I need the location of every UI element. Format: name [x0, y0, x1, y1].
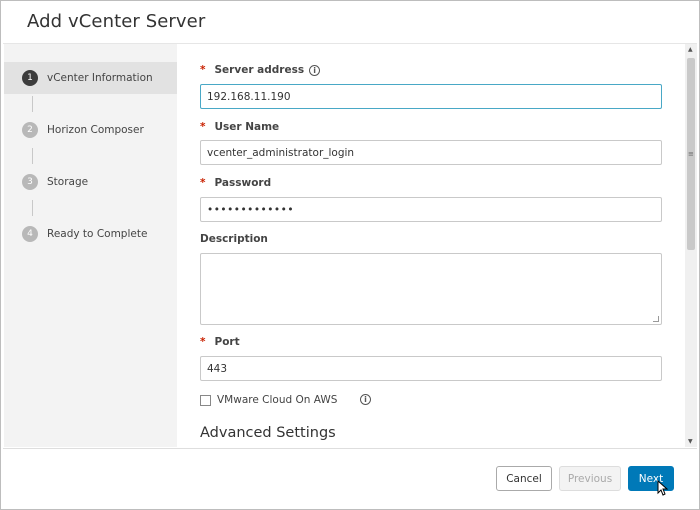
user-name-input[interactable]: vcenter_administrator_login: [200, 140, 662, 165]
description-label: Description: [200, 233, 268, 245]
required-marker: *: [200, 336, 206, 348]
user-name-value: vcenter_administrator_login: [207, 146, 355, 159]
cancel-button[interactable]: Cancel: [496, 466, 552, 491]
step-label: vCenter Information: [47, 72, 153, 84]
add-vcenter-dialog: Add vCenter Server 1 vCenter Information…: [0, 0, 700, 510]
info-icon[interactable]: i: [360, 394, 371, 405]
step-label: Ready to Complete: [47, 228, 148, 240]
user-name-label: * User Name: [200, 121, 279, 133]
vcenter-information-form: * Server address i 192.168.11.190 * User…: [177, 44, 685, 447]
step-connector: [32, 200, 33, 216]
password-label-text: Password: [214, 177, 272, 189]
mouse-cursor-icon: [657, 480, 669, 496]
footer-divider: [3, 448, 697, 449]
password-label: * Password: [200, 177, 271, 189]
scroll-up-icon[interactable]: ▲: [688, 46, 693, 53]
wizard-steps: 1 vCenter Information 2 Horizon Composer…: [4, 44, 177, 447]
step-label: Storage: [47, 176, 89, 188]
step-horizon-composer[interactable]: 2 Horizon Composer: [4, 114, 177, 146]
server-address-label-text: Server address: [214, 64, 305, 76]
vmware-cloud-checkbox[interactable]: [200, 394, 211, 406]
previous-button[interactable]: Previous: [559, 466, 621, 491]
required-marker: *: [200, 177, 206, 189]
info-icon[interactable]: i: [309, 64, 321, 76]
server-address-input[interactable]: 192.168.11.190: [200, 84, 662, 109]
advanced-settings-title: Advanced Settings: [200, 425, 336, 441]
vmware-cloud-label: VMware Cloud On AWS: [217, 394, 338, 406]
step-number: 1: [22, 70, 38, 86]
server-address-value: 192.168.11.190: [207, 90, 291, 103]
user-name-label-text: User Name: [214, 121, 280, 133]
description-textarea[interactable]: [200, 253, 662, 325]
description-label-text: Description: [200, 233, 268, 245]
required-marker: *: [200, 64, 206, 76]
step-connector: [32, 148, 33, 164]
step-vcenter-information[interactable]: 1 vCenter Information: [4, 62, 177, 94]
password-value: •••••••••••••: [207, 203, 295, 216]
dialog-title: Add vCenter Server: [27, 11, 206, 32]
resize-grip-icon[interactable]: [653, 316, 659, 322]
step-label: Horizon Composer: [47, 124, 144, 136]
scroll-down-icon[interactable]: ▼: [688, 438, 693, 445]
step-ready-to-complete[interactable]: 4 Ready to Complete: [4, 218, 177, 250]
step-storage[interactable]: 3 Storage: [4, 166, 177, 198]
password-input[interactable]: •••••••••••••: [200, 197, 662, 222]
server-address-label: * Server address i: [200, 64, 321, 76]
form-scrollbar[interactable]: ▲ ≡ ▼: [685, 44, 697, 447]
required-marker: *: [200, 121, 206, 133]
port-value: 443: [207, 362, 228, 375]
port-input[interactable]: 443: [200, 356, 662, 381]
step-number: 3: [22, 174, 38, 190]
step-number: 2: [22, 122, 38, 138]
step-number: 4: [22, 226, 38, 242]
step-connector: [32, 96, 33, 112]
vmware-cloud-row[interactable]: VMware Cloud On AWS: [200, 394, 337, 406]
scroll-grip-icon: ≡: [688, 150, 694, 158]
port-label: * Port: [200, 336, 240, 348]
port-label-text: Port: [214, 336, 240, 348]
